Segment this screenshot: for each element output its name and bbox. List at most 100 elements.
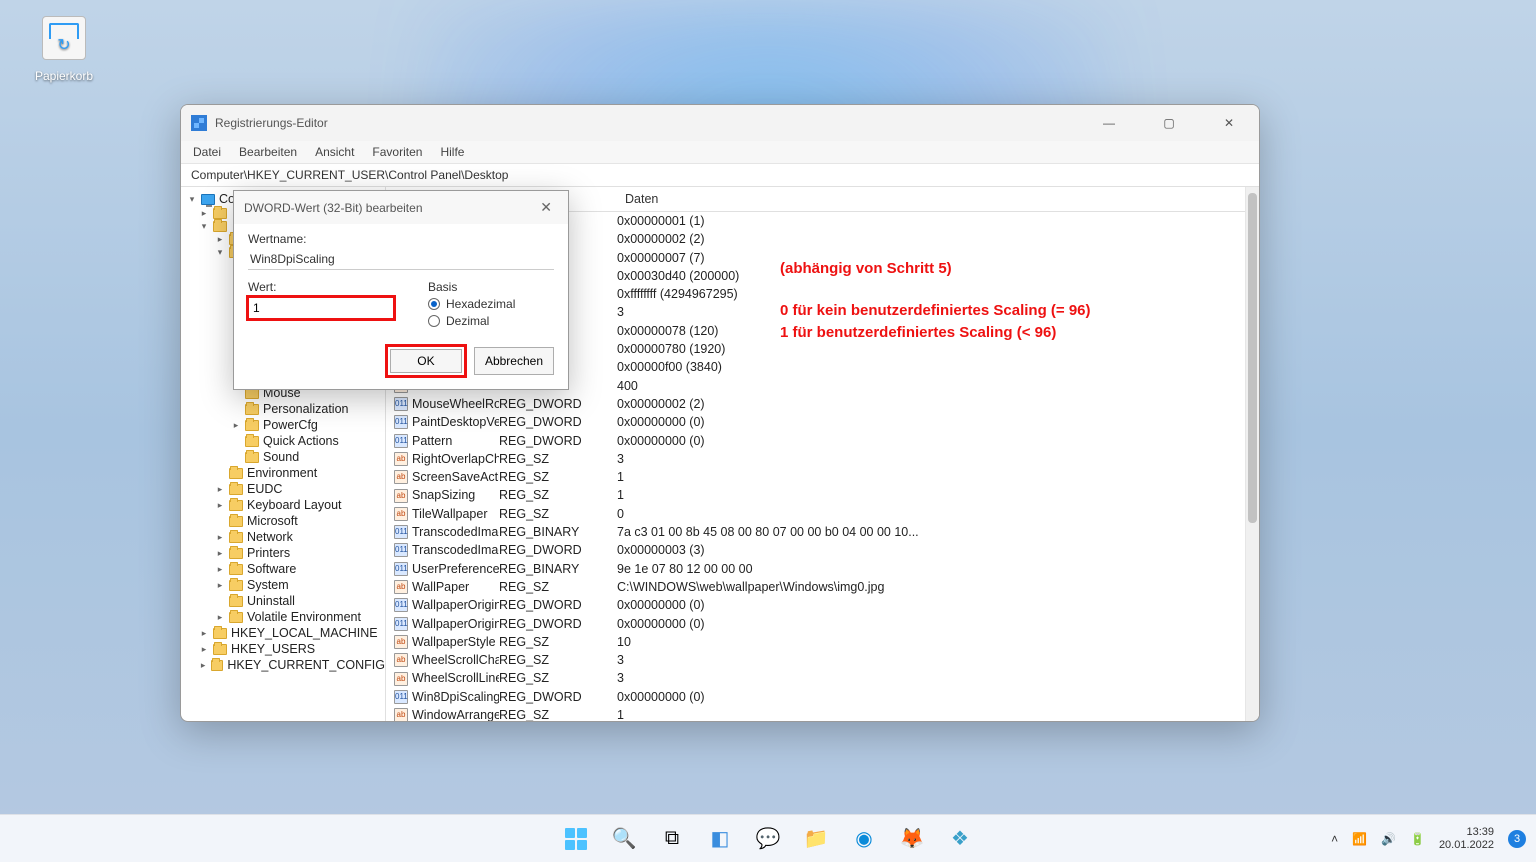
value-data-cell: 0 [617, 505, 1245, 523]
menu-view[interactable]: Ansicht [315, 145, 354, 159]
value-data-cell: 0x00000002 (2) [617, 395, 1245, 413]
string-value-icon [394, 489, 408, 503]
value-name-field[interactable] [248, 249, 554, 270]
clock-date: 20.01.2022 [1439, 839, 1494, 851]
tree-node[interactable]: ▸HKEY_USERS [181, 641, 385, 657]
value-data-cell: 9e 1e 07 80 12 00 00 00 [617, 560, 1245, 578]
battery-icon[interactable]: 🔋 [1410, 832, 1425, 846]
tree-node[interactable]: ▸System [181, 577, 385, 593]
value-name-cell: WheelScrollChars [412, 651, 499, 669]
table-row[interactable]: PatternREG_DWORD0x00000000 (0) [386, 432, 1245, 450]
annotation-line-2: 0 für kein benutzerdefiniertes Scaling (… [780, 300, 1091, 321]
start-button[interactable] [556, 819, 596, 859]
notification-badge[interactable]: 3 [1508, 830, 1526, 848]
numeric-value-icon [394, 525, 408, 539]
numeric-value-icon [394, 690, 408, 704]
table-row[interactable]: WheelScrollLinesREG_SZ3 [386, 669, 1245, 687]
table-row[interactable]: Win8DpiScalingREG_DWORD0x00000000 (0) [386, 688, 1245, 706]
recycle-bin-icon [42, 16, 86, 60]
tree-node[interactable]: ▸PowerCfg [181, 417, 385, 433]
regedit-app-icon [191, 115, 207, 131]
col-data[interactable]: Daten [617, 187, 1245, 211]
menu-edit[interactable]: Bearbeiten [239, 145, 297, 159]
dialog-close-button[interactable]: ✕ [534, 197, 558, 218]
tree-node[interactable]: ▸Volatile Environment [181, 609, 385, 625]
tree-node[interactable]: Personalization [181, 401, 385, 417]
file-explorer-button[interactable]: 📁 [796, 819, 836, 859]
firefox-button[interactable]: 🦊 [892, 819, 932, 859]
table-row[interactable]: UserPreferences...REG_BINARY9e 1e 07 80 … [386, 560, 1245, 578]
tree-node[interactable]: ▸HKEY_LOCAL_MACHINE [181, 625, 385, 641]
tree-node[interactable]: ▸Network [181, 529, 385, 545]
menu-help[interactable]: Hilfe [440, 145, 464, 159]
tray-overflow-icon[interactable]: ˄ [1331, 832, 1338, 846]
table-row[interactable]: WallpaperStyleREG_SZ10 [386, 633, 1245, 651]
tree-node[interactable]: Microsoft [181, 513, 385, 529]
tree-node[interactable]: Sound [181, 449, 385, 465]
value-name-cell: WallPaper [412, 578, 469, 596]
dialog-titlebar[interactable]: DWORD-Wert (32-Bit) bearbeiten ✕ [234, 191, 568, 224]
tree-node[interactable]: Environment [181, 465, 385, 481]
table-row[interactable]: WheelScrollCharsREG_SZ3 [386, 651, 1245, 669]
clock-time: 13:39 [1439, 826, 1494, 838]
value-type-cell: REG_SZ [499, 669, 617, 687]
value-data-cell: 3 [617, 669, 1245, 687]
close-button[interactable]: ✕ [1209, 109, 1249, 137]
table-row[interactable]: TileWallpaper REG_SZ0 [386, 505, 1245, 523]
value-type-cell: REG_DWORD [499, 432, 617, 450]
clock[interactable]: 13:39 20.01.2022 [1439, 826, 1494, 850]
table-row[interactable]: WallPaperREG_SZC:\WINDOWS\web\wallpaper\… [386, 578, 1245, 596]
tree-node[interactable]: Uninstall [181, 593, 385, 609]
string-value-icon [394, 672, 408, 686]
numeric-value-icon [394, 562, 408, 576]
annotation-line-3: 1 für benutzerdefiniertes Scaling (< 96) [780, 322, 1056, 343]
value-type-cell: REG_SZ [499, 505, 617, 523]
minimize-button[interactable]: ― [1089, 109, 1129, 137]
maximize-button[interactable]: ▢ [1149, 109, 1189, 137]
table-row[interactable]: ScreenSaveActiveREG_SZ1 [386, 468, 1245, 486]
volume-icon[interactable]: 🔊 [1381, 832, 1396, 846]
search-button[interactable]: 🔍 [604, 819, 644, 859]
value-type-cell: REG_SZ [499, 450, 617, 468]
table-row[interactable]: SnapSizingREG_SZ1 [386, 486, 1245, 504]
ok-button[interactable]: OK [390, 349, 462, 373]
tree-node[interactable]: ▸Keyboard Layout [181, 497, 385, 513]
value-data-cell: C:\WINDOWS\web\wallpaper\Windows\img0.jp… [617, 578, 1245, 596]
tree-node[interactable]: ▸Printers [181, 545, 385, 561]
radio-dec[interactable]: Dezimal [428, 314, 554, 328]
app-button[interactable]: ❖ [940, 819, 980, 859]
titlebar[interactable]: Registrierungs-Editor ― ▢ ✕ [181, 105, 1259, 141]
scrollbar-thumb[interactable] [1248, 193, 1257, 523]
table-row[interactable]: TranscodedImag...REG_DWORD0x00000003 (3) [386, 541, 1245, 559]
string-value-icon [394, 635, 408, 649]
chat-button[interactable]: 💬 [748, 819, 788, 859]
value-name-cell: TileWallpaper [412, 505, 488, 523]
table-row[interactable]: WindowArrange...REG_SZ1 [386, 706, 1245, 721]
wifi-icon[interactable]: 📶 [1352, 832, 1367, 846]
table-row[interactable]: RightOverlapCha...REG_SZ3 [386, 450, 1245, 468]
string-value-icon [394, 580, 408, 594]
cancel-button[interactable]: Abbrechen [474, 347, 554, 375]
numeric-value-icon [394, 397, 408, 411]
desktop-icon-recycle-bin[interactable]: Papierkorb [24, 12, 104, 83]
table-row[interactable]: PaintDesktopVer...REG_DWORD0x00000000 (0… [386, 413, 1245, 431]
menu-favorites[interactable]: Favoriten [372, 145, 422, 159]
table-row[interactable]: MouseWheelRou...REG_DWORD0x00000002 (2) [386, 395, 1245, 413]
value-data-cell: 0x00000000 (0) [617, 413, 1245, 431]
address-bar[interactable]: Computer\HKEY_CURRENT_USER\Control Panel… [181, 164, 1259, 187]
edge-button[interactable]: ◉ [844, 819, 884, 859]
task-view-button[interactable]: ⧉ [652, 819, 692, 859]
table-row[interactable]: WallpaperOriginXREG_DWORD0x00000000 (0) [386, 596, 1245, 614]
radio-dec-indicator [428, 315, 440, 327]
tree-node[interactable]: ▸HKEY_CURRENT_CONFIG [181, 657, 385, 673]
vertical-scrollbar[interactable] [1245, 187, 1259, 721]
menu-file[interactable]: Datei [193, 145, 221, 159]
value-input[interactable] [248, 297, 394, 319]
tree-node[interactable]: ▸EUDC [181, 481, 385, 497]
widgets-button[interactable]: ◧ [700, 819, 740, 859]
table-row[interactable]: TranscodedImag...REG_BINARY7a c3 01 00 8… [386, 523, 1245, 541]
tree-node[interactable]: ▸Software [181, 561, 385, 577]
radio-hex[interactable]: Hexadezimal [428, 297, 554, 311]
tree-node[interactable]: Quick Actions [181, 433, 385, 449]
table-row[interactable]: WallpaperOriginYREG_DWORD0x00000000 (0) [386, 615, 1245, 633]
